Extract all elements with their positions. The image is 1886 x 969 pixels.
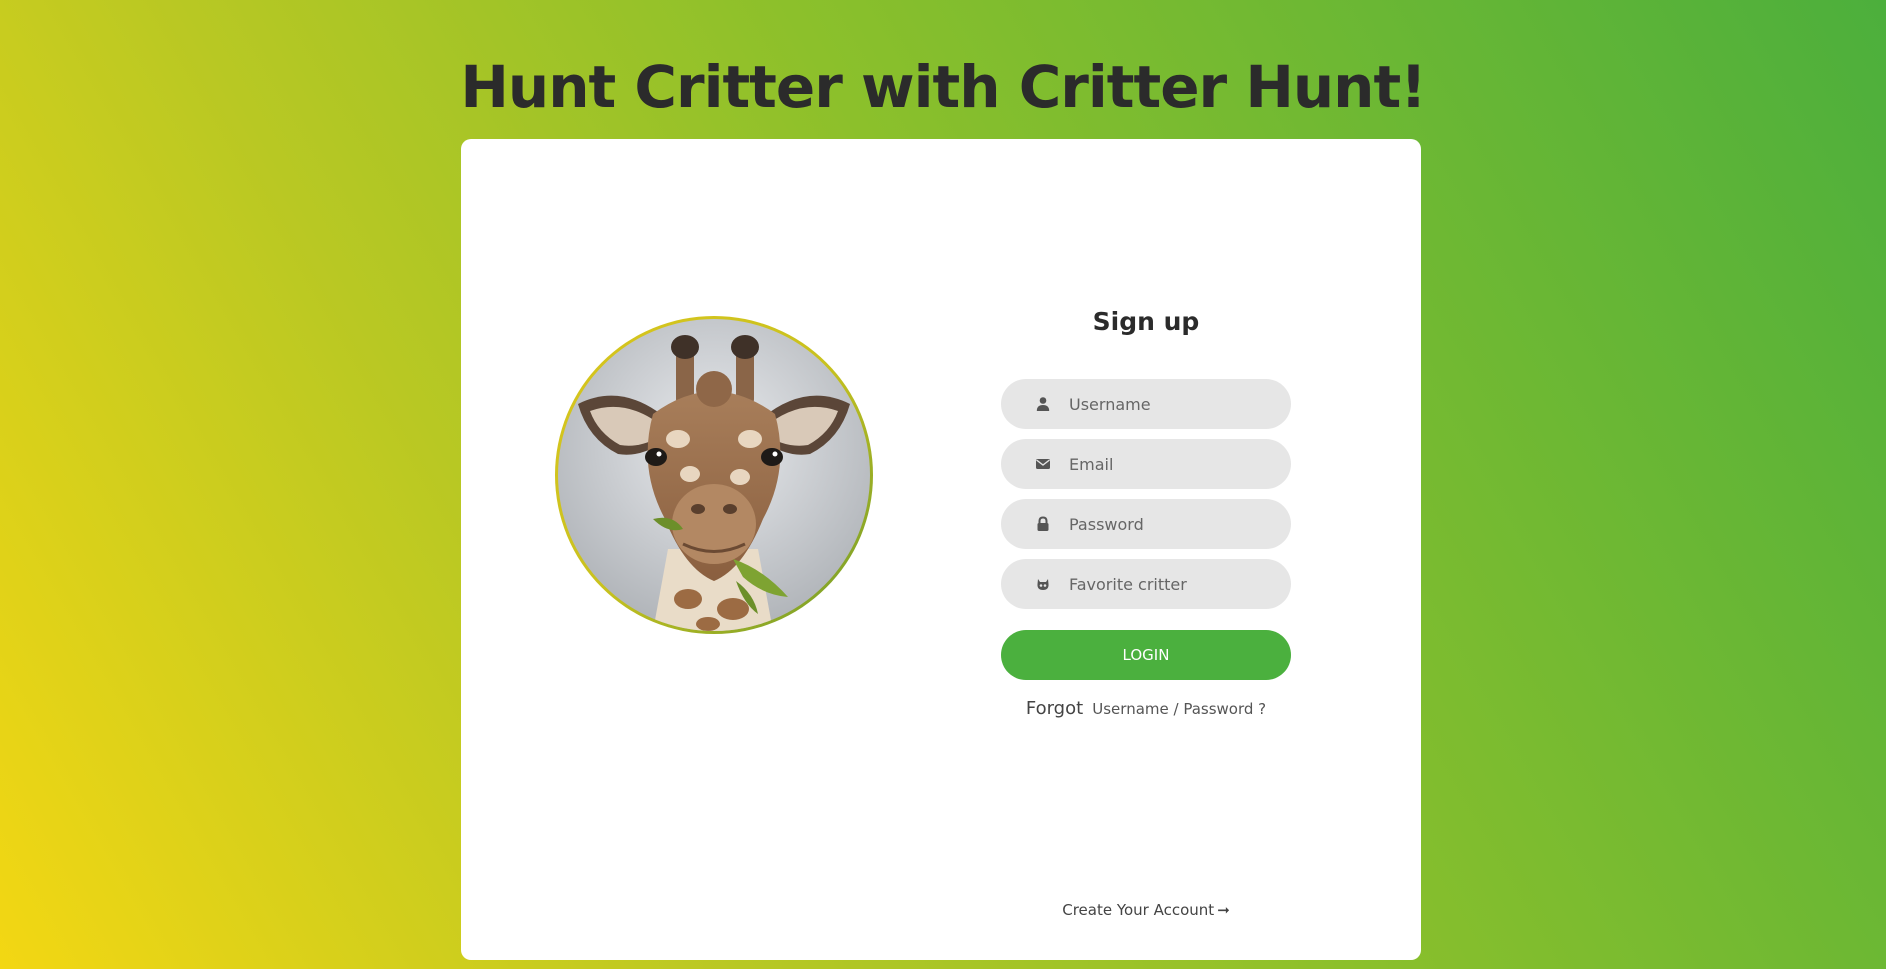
user-icon xyxy=(1036,397,1050,411)
envelope-icon xyxy=(1036,459,1050,469)
page-title: Hunt Critter with Critter Hunt! xyxy=(460,52,1426,121)
email-input[interactable] xyxy=(1069,439,1269,489)
signup-card: Sign up Username Email Favorite critter … xyxy=(461,139,1421,960)
critter-icon xyxy=(1037,579,1049,590)
email-field[interactable] xyxy=(1001,439,1291,489)
signup-form: Sign up Username Email Favorite critter … xyxy=(1001,304,1291,719)
login-button[interactable]: LOGIN xyxy=(1001,630,1291,680)
fields-list xyxy=(1001,379,1291,609)
lock-icon xyxy=(1037,516,1049,531)
password-field[interactable] xyxy=(1001,499,1291,549)
avatar xyxy=(555,316,873,634)
forgot-credentials-link[interactable]: Username / Password ? xyxy=(1092,700,1266,718)
form-title: Sign up xyxy=(1092,307,1200,336)
arrow-right-icon: ➞ xyxy=(1217,901,1230,919)
favorite-critter-field[interactable] xyxy=(1001,559,1291,609)
forgot-label: Forgot xyxy=(1025,698,1084,719)
forgot-row: Forgot Username / Password ? xyxy=(1001,698,1291,719)
giraffe-image xyxy=(558,319,870,631)
favorite-critter-input[interactable] xyxy=(1069,559,1269,609)
username-input[interactable] xyxy=(1069,379,1269,429)
create-account-link[interactable]: Create Your Account ➞ xyxy=(1001,901,1291,919)
create-account-label: Create Your Account xyxy=(1062,901,1215,919)
username-field[interactable] xyxy=(1001,379,1291,429)
password-input[interactable] xyxy=(1069,499,1269,549)
